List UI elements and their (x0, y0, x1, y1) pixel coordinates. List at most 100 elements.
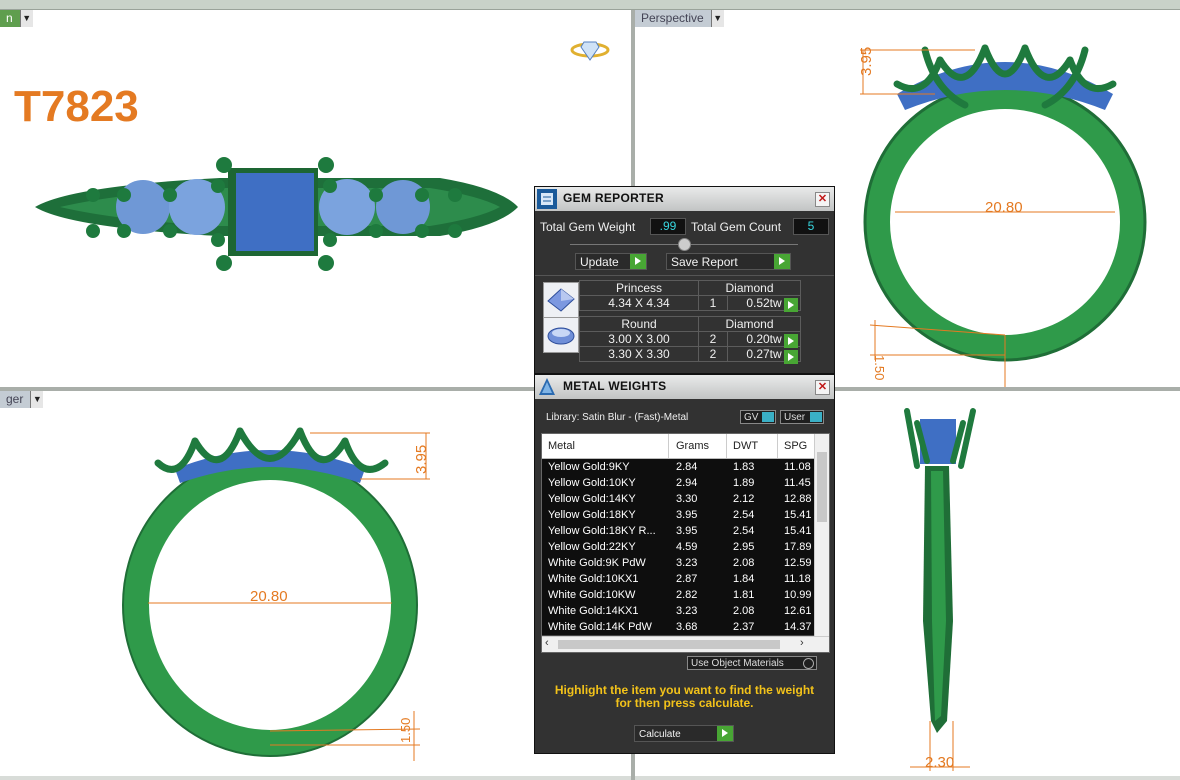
table-row[interactable]: Yellow Gold:9KY 2.84 1.83 11.08 (542, 459, 814, 476)
grams-cell: 3.95 (676, 509, 698, 521)
dwt-cell: 2.08 (733, 557, 755, 569)
spg-cell: 11.45 (784, 477, 811, 489)
scrollbar-thumb[interactable] (817, 452, 827, 522)
dwt-cell: 2.12 (733, 493, 755, 505)
gv-toggle[interactable]: GV (740, 410, 776, 424)
dim-front-width: 20.80 (250, 588, 288, 605)
use-object-materials-label: Use Object Materials (691, 658, 784, 669)
close-icon[interactable]: ✕ (815, 380, 830, 395)
metal-name-cell: Yellow Gold:18KY R... (548, 525, 656, 537)
table-row[interactable]: Yellow Gold:18KY 3.95 2.54 15.41 (542, 507, 814, 524)
table-row[interactable]: White Gold:10KW 2.82 1.81 10.99 (542, 587, 814, 604)
dwt-cell: 1.81 (733, 589, 755, 601)
metal-name-cell: Yellow Gold:22KY (548, 541, 636, 553)
spg-cell: 12.59 (784, 557, 812, 569)
save-report-button-label: Save Report (671, 255, 738, 269)
scroll-left-icon[interactable]: ‹ (545, 637, 549, 649)
calculate-button-label: Calculate (639, 729, 681, 740)
table-row[interactable]: White Gold:14KX1 3.23 2.08 12.61 (542, 603, 814, 620)
column-header-grams[interactable]: Grams (676, 440, 709, 452)
horizontal-scrollbar[interactable]: ‹ › (542, 636, 829, 652)
grams-cell: 4.59 (676, 541, 698, 553)
dim-side-width: 2.30 (925, 754, 954, 771)
panel-slider-handle[interactable] (678, 238, 691, 251)
column-header-spg[interactable]: SPG (784, 440, 807, 452)
user-toggle[interactable]: User (780, 410, 824, 424)
metal-name-cell: White Gold:14KX1 (548, 605, 639, 617)
metal-name-cell: Yellow Gold:9KY (548, 461, 630, 473)
round-gem-icon (543, 317, 579, 353)
gem-reporter-titlebar[interactable]: GEM REPORTER ✕ (535, 187, 834, 211)
grams-cell: 2.82 (676, 589, 698, 601)
gv-toggle-label: GV (744, 412, 759, 423)
metal-name-cell: White Gold:14K PdW (548, 621, 652, 633)
table-row[interactable]: White Gold:14K PdW 3.68 2.37 14.37 (542, 619, 814, 636)
calculate-button[interactable]: Calculate (634, 725, 734, 742)
gem-material: Diamond (698, 316, 801, 332)
gem-material: Diamond (698, 280, 801, 296)
gem-row-select-arrow[interactable] (784, 298, 798, 312)
gem-size: 3.30 X 3.30 (579, 346, 699, 362)
scrollbar-thumb[interactable] (558, 640, 780, 649)
gem-row[interactable]: 3.30 X 3.30 2 0.27tw (579, 346, 801, 362)
spg-cell: 17.89 (784, 541, 812, 553)
total-gem-count-field: 5 (793, 218, 829, 235)
metal-name-cell: White Gold:10KX1 (548, 573, 639, 585)
toggle-knob (810, 412, 822, 422)
table-row[interactable]: Yellow Gold:18KY R... 3.95 2.54 15.41 (542, 523, 814, 540)
close-icon[interactable]: ✕ (815, 192, 830, 207)
play-arrow-icon (717, 726, 733, 741)
spg-cell: 12.61 (784, 605, 812, 617)
update-button-label: Update (580, 255, 619, 269)
use-object-materials-toggle[interactable]: Use Object Materials (687, 656, 817, 670)
dim-front-bottom: 1.50 (398, 718, 413, 743)
gem-count: 1 (698, 295, 728, 311)
column-header-metal[interactable]: Metal (548, 440, 575, 452)
scroll-right-icon[interactable]: › (800, 637, 804, 649)
table-row[interactable]: Yellow Gold:22KY 4.59 2.95 17.89 (542, 539, 814, 556)
table-row[interactable]: White Gold:10KX1 2.87 1.84 11.18 (542, 571, 814, 588)
grams-cell: 3.30 (676, 493, 698, 505)
spg-cell: 10.99 (784, 589, 812, 601)
dwt-cell: 1.83 (733, 461, 755, 473)
update-button[interactable]: Update (575, 253, 647, 270)
dwt-cell: 2.37 (733, 621, 755, 633)
round-gem-table: Round Diamond 3.00 X 3.00 2 0.20tw 3.30 … (579, 316, 801, 362)
column-header-dwt[interactable]: DWT (733, 440, 758, 452)
top-toolbar-strip (0, 0, 1180, 10)
princess-gem-icon (543, 282, 579, 318)
gem-row-select-arrow[interactable] (784, 350, 798, 364)
gem-row-select-arrow[interactable] (784, 334, 798, 348)
table-row[interactable]: Yellow Gold:10KY 2.94 1.89 11.45 (542, 475, 814, 492)
metal-name-cell: Yellow Gold:18KY (548, 509, 636, 521)
dim-persp-bottom: 1.50 (872, 355, 887, 380)
dwt-cell: 2.54 (733, 509, 755, 521)
metal-name-cell: Yellow Gold:14KY (548, 493, 636, 505)
metal-weights-table[interactable]: Metal Grams DWT SPG Yellow Gold:9KY 2.84 1… (541, 433, 830, 653)
spg-cell: 15.41 (784, 509, 812, 521)
grams-cell: 3.23 (676, 605, 698, 617)
grams-cell: 2.84 (676, 461, 698, 473)
total-gem-weight-field: .99 (650, 218, 686, 235)
gem-size: 4.34 X 4.34 (579, 295, 699, 311)
dwt-cell: 2.54 (733, 525, 755, 537)
dwt-cell: 1.84 (733, 573, 755, 585)
metal-weights-icon (539, 378, 555, 395)
table-row[interactable]: White Gold:9K PdW 3.23 2.08 12.59 (542, 555, 814, 572)
grams-cell: 3.95 (676, 525, 698, 537)
gem-reporter-icon (537, 189, 557, 209)
panel-divider (535, 275, 834, 276)
gem-shape: Round (579, 316, 699, 332)
dwt-cell: 2.95 (733, 541, 755, 553)
gem-shape: Princess (579, 280, 699, 296)
spg-cell: 14.37 (784, 621, 812, 633)
play-arrow-icon (774, 254, 790, 269)
grams-cell: 2.94 (676, 477, 698, 489)
metal-weights-titlebar[interactable]: METAL WEIGHTS ✕ (535, 375, 834, 399)
grams-cell: 3.68 (676, 621, 698, 633)
gem-row[interactable]: 3.00 X 3.00 2 0.20tw (579, 331, 801, 347)
table-row[interactable]: Yellow Gold:14KY 3.30 2.12 12.88 (542, 491, 814, 508)
save-report-button[interactable]: Save Report (666, 253, 791, 270)
gem-row[interactable]: 4.34 X 4.34 1 0.52tw (579, 295, 801, 311)
vertical-scrollbar[interactable] (814, 434, 829, 637)
